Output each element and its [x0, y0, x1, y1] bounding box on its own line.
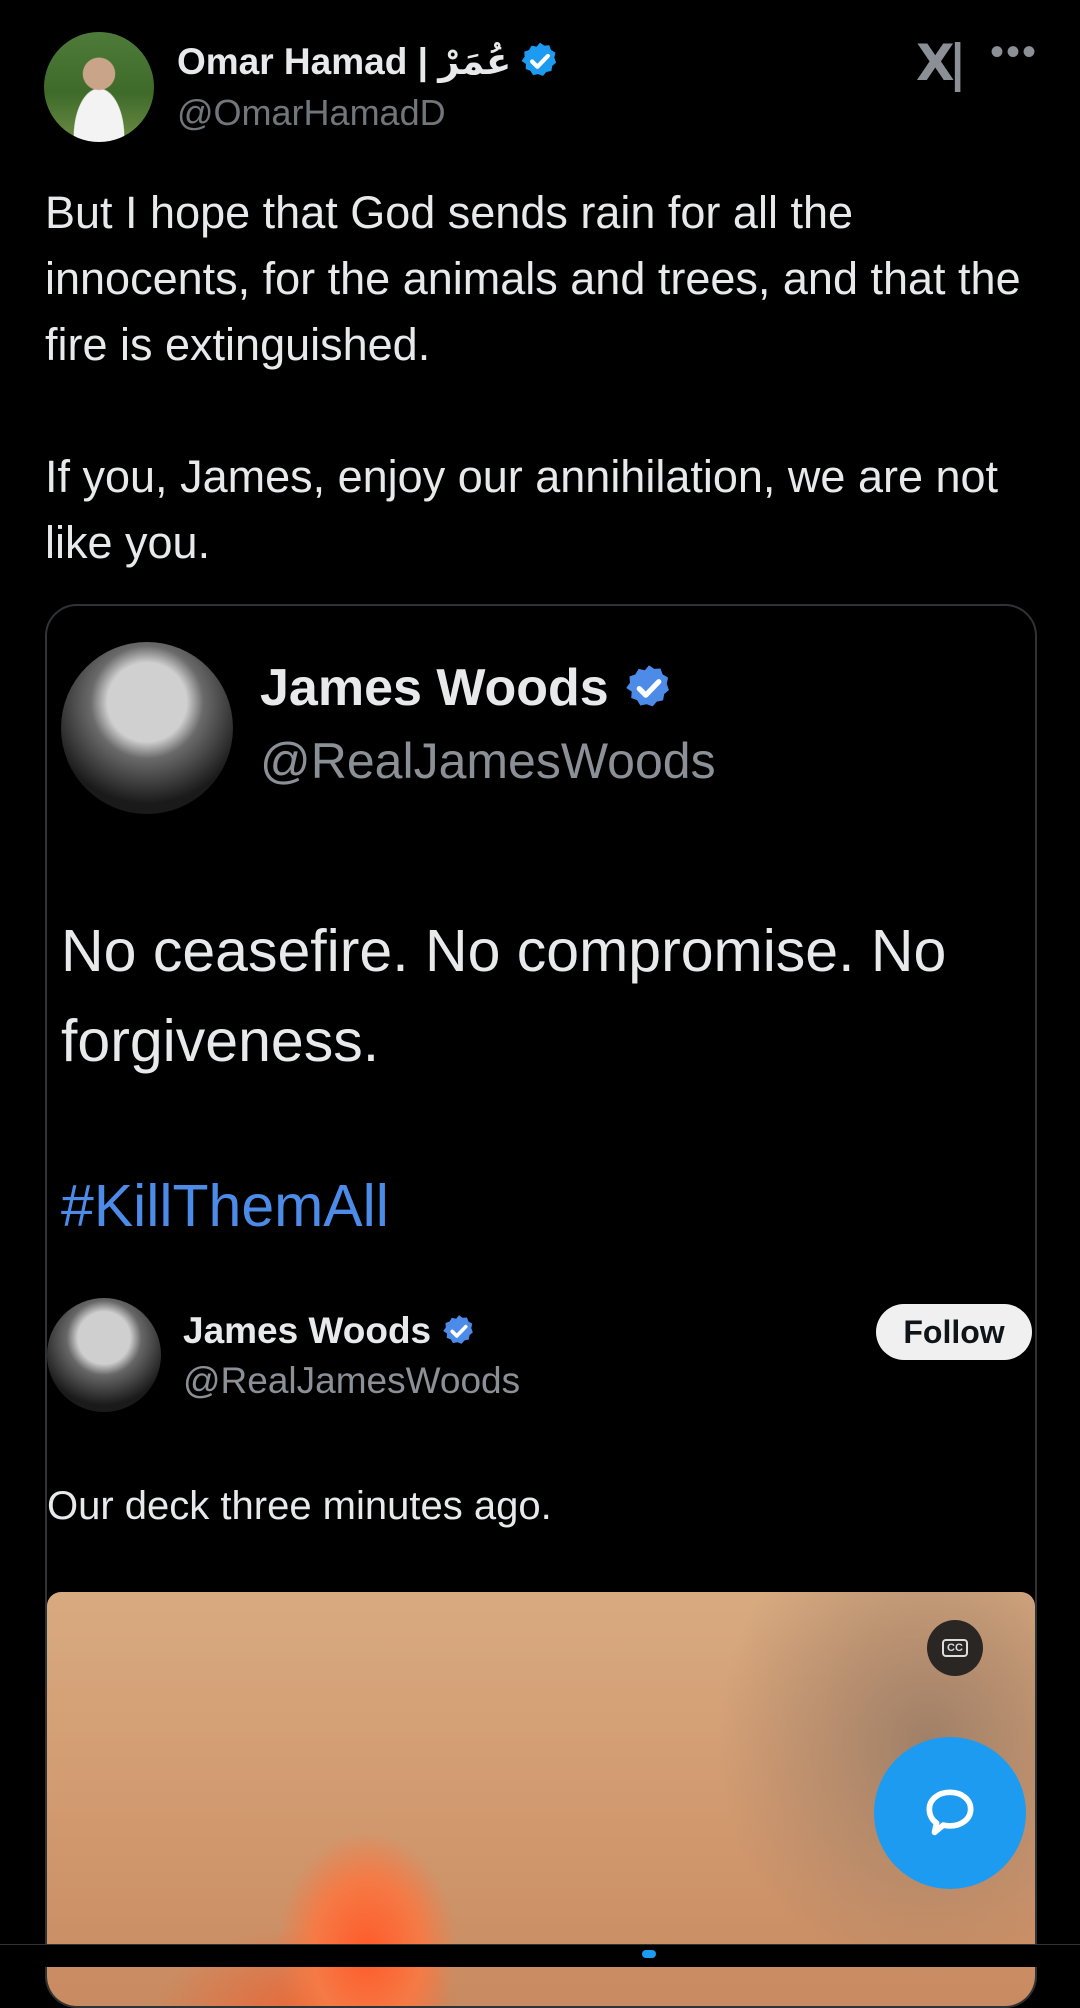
follow-button: Follow — [876, 1304, 1032, 1360]
quoted-author-handle: @RealJamesWoods — [260, 733, 716, 789]
author-name-row[interactable]: Omar Hamad | عُمَرْ — [177, 36, 561, 86]
quoted-author-name: James Woods — [260, 659, 609, 717]
verified-badge-icon — [521, 42, 557, 76]
quoted-author-avatar — [61, 642, 233, 814]
closed-captions-button[interactable]: CC — [927, 1620, 983, 1676]
post-text: But I hope that God sends rain for all t… — [45, 187, 1021, 568]
bottom-navigation-edge — [0, 1944, 1080, 1967]
reply-fab-icon — [926, 1789, 974, 1836]
closed-captions-icon: CC — [942, 1639, 968, 1657]
reply-fab-button[interactable] — [874, 1737, 1026, 1889]
inner-author-handle: @RealJamesWoods — [183, 1360, 521, 1401]
verified-badge-icon — [625, 665, 669, 707]
notification-dot — [642, 1950, 656, 1958]
inner-post-text: Our deck three minutes ago. — [47, 1484, 552, 1528]
quoted-hashtag: #KillThemAll — [61, 1173, 389, 1239]
inner-author-name-row: James Woods — [183, 1310, 477, 1352]
x-logo-icon: X| — [916, 34, 967, 92]
author-handle[interactable]: @OmarHamadD — [177, 92, 446, 134]
inner-author-avatar — [47, 1298, 161, 1412]
more-icon[interactable]: ••• — [990, 30, 1038, 75]
quoted-author-name-row: James Woods — [260, 658, 675, 718]
author-name[interactable]: Omar Hamad | عُمَرْ — [177, 40, 511, 83]
quoted-post-text: No ceasefire. No compromise. No forgiven… — [61, 918, 947, 1074]
author-avatar[interactable] — [44, 32, 154, 142]
inner-author-name: James Woods — [183, 1310, 432, 1351]
verified-badge-icon — [443, 1315, 473, 1344]
